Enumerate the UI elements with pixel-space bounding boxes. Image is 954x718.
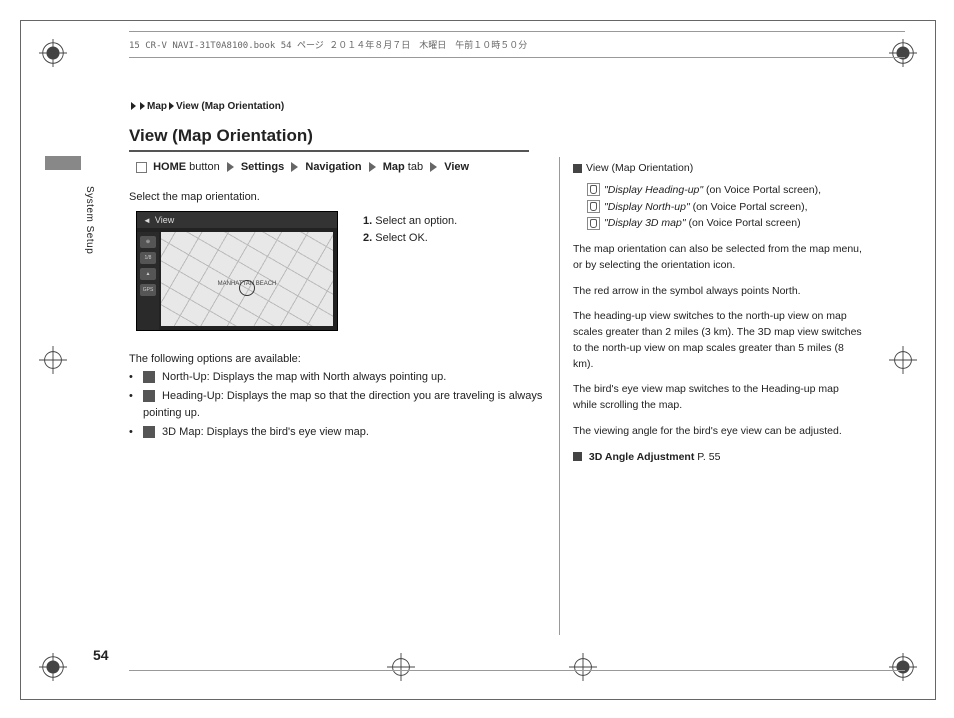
list-item: • North-Up: Displays the map with North … [129,369,545,386]
info-title: View (Map Orientation) [573,161,863,177]
screenshot-map: MANHATTAN BEACH [161,232,333,326]
step-text: . [425,232,428,244]
arrow-icon [369,162,376,172]
intro-text: Select the map orientation. [129,191,260,203]
footer-rule [129,670,905,671]
screenshot-side-button: GPS [140,284,156,296]
crop-mark-icon [569,653,597,681]
crop-mark-icon [39,653,67,681]
screenshot-title: View [137,212,337,228]
step-text: Select [375,232,409,244]
breadcrumb-level2: View (Map Orientation) [176,101,284,112]
crop-mark-icon [39,346,67,374]
info-paragraph: The bird's eye view map switches to the … [573,382,863,414]
breadcrumb: Map View (Map Orientation) [129,101,284,112]
heading-up-icon [143,390,155,402]
page-frame: 15 CR-V NAVI-31T0A8100.book 54 ページ ２０１４年… [20,20,936,700]
nav-navigation: Navigation [305,161,361,173]
step-number: 2. [363,232,372,244]
nav-view: View [444,161,469,173]
step-text: Select an option. [375,215,457,227]
breadcrumb-level1: Map [147,101,167,112]
arrow-icon [430,162,437,172]
document-header-text: 15 CR-V NAVI-31T0A8100.book 54 ページ ２０１４年… [129,38,905,58]
screenshot-side-button: ▲ [140,268,156,280]
page-number: 54 [93,647,109,663]
nav-text: button [189,161,220,173]
page-title: View (Map Orientation) [129,126,529,152]
crop-mark-icon [889,346,917,374]
nav-text: tab [408,161,423,173]
list-item: • Heading-Up: Displays the map so that t… [129,388,545,422]
voice-icon [587,200,600,213]
voice-command: "Display North-up" (on Voice Portal scre… [587,200,863,216]
info-paragraph: The red arrow in the symbol always point… [573,284,863,300]
nav-settings: Settings [241,161,284,173]
info-column: View (Map Orientation) "Display Heading-… [573,161,863,465]
option-text: North-Up: Displays the map with North al… [159,371,446,383]
option-text: 3D Map: Displays the bird's eye view map… [159,426,369,438]
crop-mark-icon [889,653,917,681]
crop-mark-icon [39,39,67,67]
section-tab-icon [45,156,81,170]
north-up-icon [143,371,155,383]
screenshot-sidebar: ⊕ 1/8 ▲ GPS [137,232,159,330]
device-screenshot: View ⊕ 1/8 ▲ GPS MANHATTAN BEACH [136,211,338,331]
crop-mark-icon [387,653,415,681]
column-divider [559,157,560,635]
info-paragraph: The heading-up view switches to the nort… [573,309,863,372]
sidebar-section-label: System Setup [84,186,95,254]
list-item: • 3D Map: Displays the bird's eye view m… [129,424,545,441]
info-paragraph: The viewing angle for the bird's eye vie… [573,424,863,440]
cross-reference: 3D Angle Adjustment P. 55 [573,450,863,466]
screenshot-cursor-icon [239,280,255,296]
home-icon [136,162,147,173]
step-number: 1. [363,215,372,227]
info-paragraph: The map orientation can also be selected… [573,242,863,274]
steps-list: 1. Select an option. 2. Select OK. [363,213,457,246]
options-intro: The following options are available: [129,353,301,365]
screenshot-side-button: 1/8 [140,252,156,264]
navigation-path: HOME button Settings Navigation Map tab … [136,161,469,173]
voice-command: "Display 3D map" (on Voice Portal screen… [587,216,863,232]
arrow-icon [291,162,298,172]
options-list: • North-Up: Displays the map with North … [129,369,545,443]
screenshot-side-button: ⊕ [140,236,156,248]
arrow-icon [227,162,234,172]
document-header: 15 CR-V NAVI-31T0A8100.book 54 ページ ２０１４年… [129,31,905,58]
nav-map: Map [383,161,405,173]
step-key: OK [409,232,425,244]
nav-home: HOME [153,161,186,173]
3d-map-icon [143,426,155,438]
voice-command: "Display Heading-up" (on Voice Portal sc… [587,183,863,199]
voice-icon [587,217,600,230]
option-text: Heading-Up: Displays the map so that the… [143,390,542,419]
voice-icon [587,183,600,196]
